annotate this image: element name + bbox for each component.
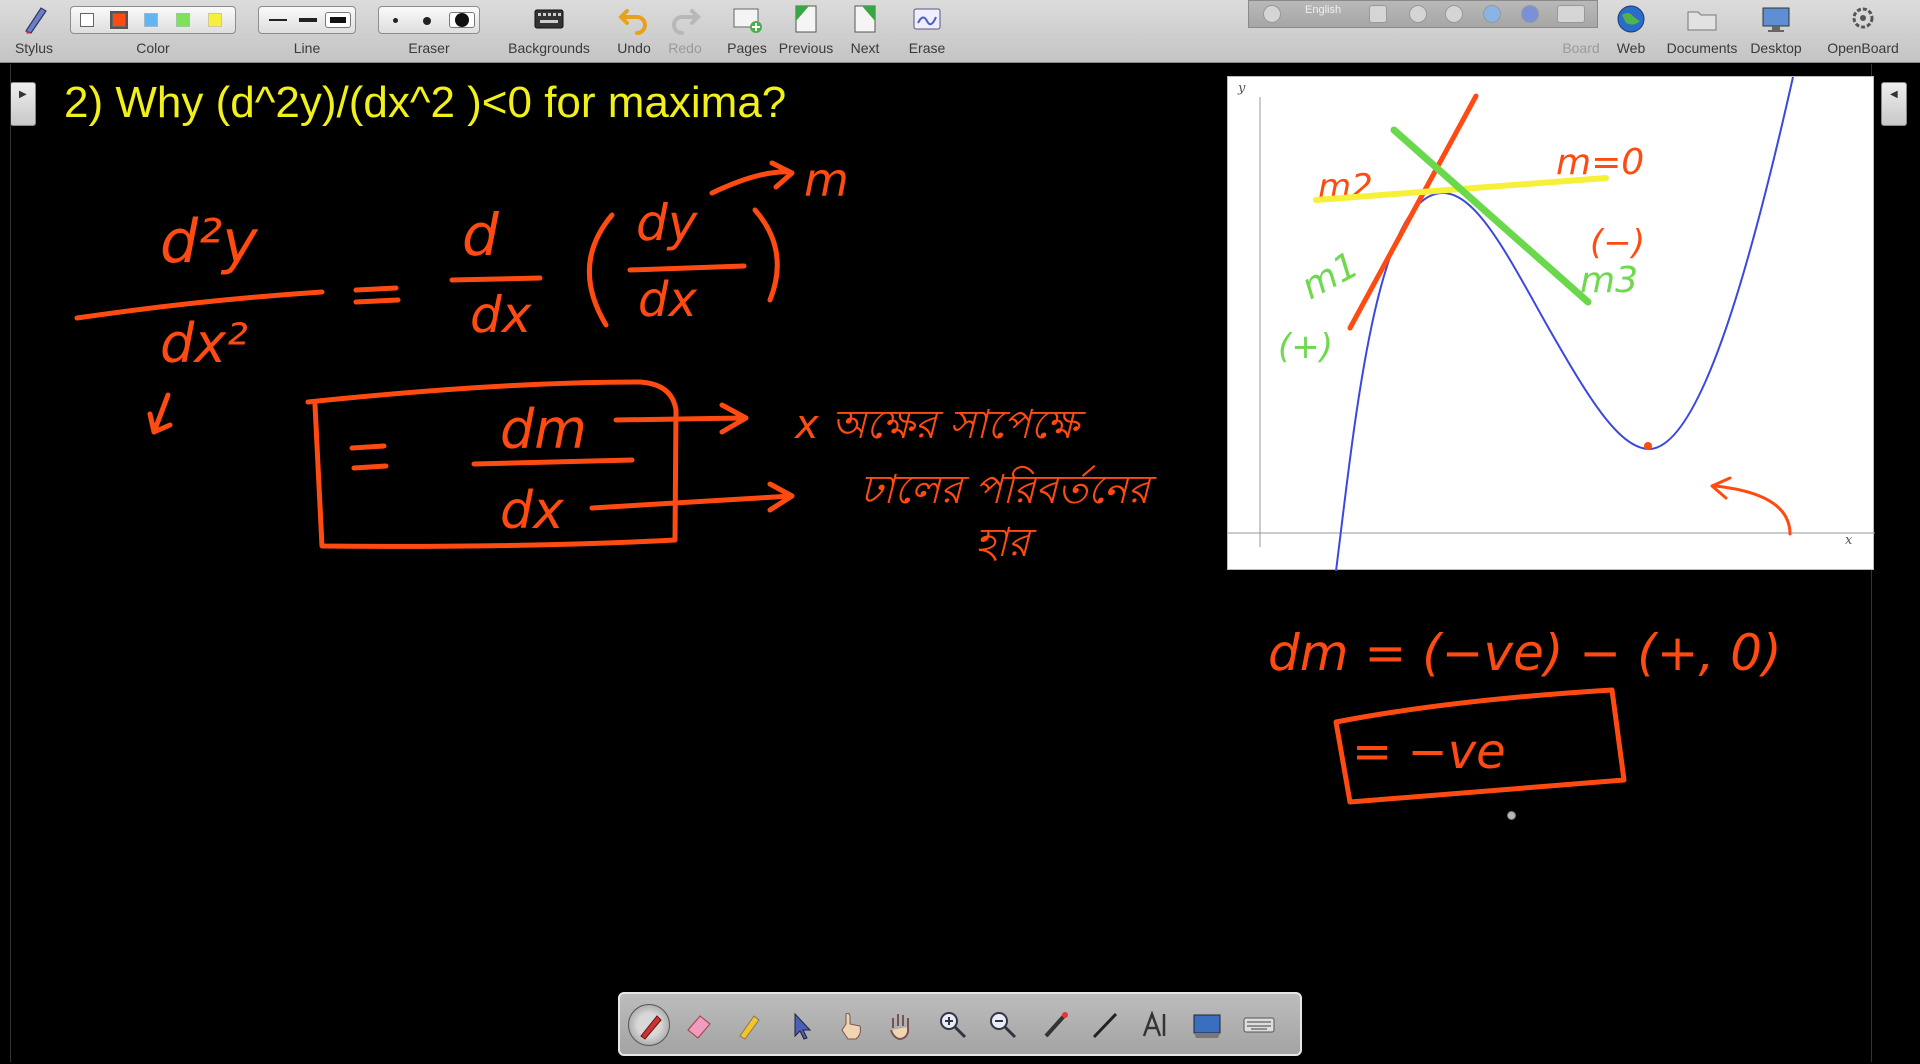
- ink-arrow-to-slope-text: [589, 481, 795, 513]
- openboard-window: Stylus Color Line Eraser Backgrounds Und…: [0, 0, 1920, 1064]
- selector-tool-button[interactable]: [780, 1004, 822, 1046]
- ink-equals-1: [353, 285, 401, 305]
- ink-m3: m3: [1580, 260, 1638, 301]
- zoom-in-icon: [940, 1012, 967, 1039]
- ink-d2y: d²y: [160, 207, 259, 277]
- pointing-hand-icon: [841, 1012, 861, 1040]
- ink-fraction-bar-3: [627, 263, 747, 273]
- laser-pointer-icon: [1044, 1012, 1068, 1038]
- text-tool-button[interactable]: [1134, 1004, 1176, 1046]
- ink-slope-change-text: ঢালের পরিবর্তনের: [860, 465, 1158, 513]
- line-icon: [1092, 1012, 1118, 1039]
- stylus-palette: [618, 992, 1302, 1056]
- virtual-keyboard-button[interactable]: [1238, 1004, 1280, 1046]
- ink-fraction-bar-4: [471, 457, 635, 467]
- ink-dy: dy: [636, 194, 699, 252]
- pointer-cursor: [1507, 811, 1516, 820]
- text-icon: [1142, 1010, 1166, 1037]
- eraser-tool-button[interactable]: [678, 1004, 720, 1046]
- ink-dx-box: dx: [500, 481, 565, 541]
- highlighter-icon: [739, 1015, 760, 1040]
- hand-icon: [890, 1014, 909, 1041]
- ink-rate-text: হার: [975, 520, 1038, 566]
- hand-tool-button[interactable]: [880, 1004, 922, 1046]
- ink-minus-sign: (−): [1590, 223, 1645, 263]
- pen-tool-button[interactable]: [628, 1004, 670, 1046]
- laser-pointer-tool-button[interactable]: [1034, 1004, 1076, 1046]
- ink-dm: dm: [500, 398, 587, 461]
- ink-dx-op: dx: [470, 286, 532, 344]
- ink-equals-2: [349, 443, 389, 471]
- interact-tool-button[interactable]: [830, 1004, 872, 1046]
- zoom-in-tool-button[interactable]: [932, 1004, 974, 1046]
- eraser-icon: [687, 1015, 711, 1039]
- ink-m1: m1: [1295, 245, 1365, 308]
- screen-capture-icon: [1193, 1014, 1221, 1038]
- ink-dx2: dx²: [160, 312, 248, 375]
- capture-tool-button[interactable]: [1186, 1004, 1228, 1046]
- zoom-out-icon: [990, 1012, 1017, 1039]
- ink-left-paren: [587, 212, 615, 328]
- zoom-out-tool-button[interactable]: [982, 1004, 1024, 1046]
- ink-calc-line: dm = (−ve) − (+, 0): [1268, 624, 1782, 682]
- ink-calc-result: = −ve: [1352, 724, 1506, 780]
- ink-fraction-bar-2: [449, 275, 543, 283]
- ink-layer: d²y dx² d dx dy dx m dm dx x অক্ষের সাপে…: [74, 93, 1792, 805]
- line-tool-button[interactable]: [1084, 1004, 1126, 1046]
- ink-m-label: m: [804, 153, 849, 207]
- ink-down-arrow: [147, 392, 173, 435]
- ink-arrow-to-x-text: [613, 402, 749, 435]
- marker-tool-button[interactable]: [728, 1004, 770, 1046]
- ink-plus-sign: (+): [1278, 327, 1333, 367]
- ink-right-paren: [752, 207, 780, 303]
- ink-x-axis-relative-text: x অক্ষের সাপেক্ষে: [793, 402, 1087, 448]
- arrow-pointer-icon: [794, 1012, 812, 1040]
- ink-tangent-m1: [1347, 93, 1479, 331]
- ink-arrow-to-m: [709, 160, 795, 196]
- pen-icon: [640, 1015, 662, 1040]
- ink-dx-inner: dx: [638, 272, 697, 328]
- keyboard-icon: [1243, 1017, 1275, 1033]
- ink-d: d: [462, 201, 500, 269]
- ink-curved-arrow: [1710, 476, 1792, 536]
